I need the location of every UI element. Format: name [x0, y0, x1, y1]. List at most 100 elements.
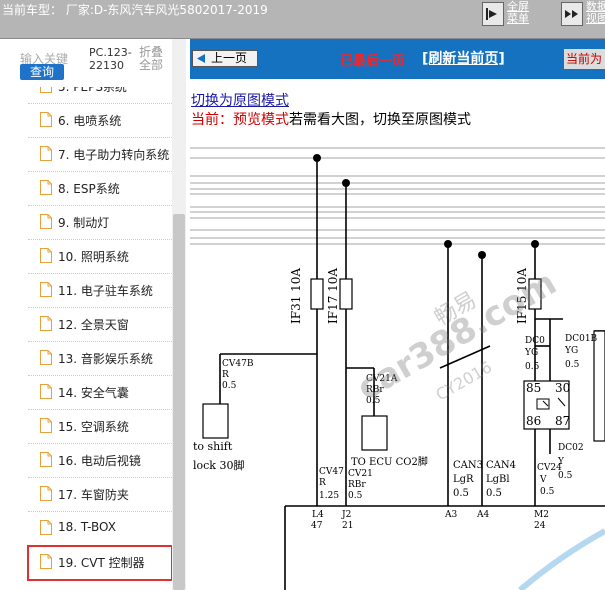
current-status-tag: 当前为 — [564, 49, 605, 69]
svg-text:YG: YG — [524, 348, 538, 358]
fullscreen-menu-button[interactable] — [482, 2, 504, 26]
top-bar: 当前车型： 厂家:D-东风汽车风光5802017-2019 全屏 菜单 数据 视… — [0, 0, 605, 39]
svg-text:DC0: DC0 — [525, 336, 545, 346]
svg-text:0.5: 0.5 — [453, 488, 469, 499]
tree-item[interactable]: 17. 车窗防夹 — [28, 478, 172, 512]
document-icon — [40, 384, 52, 399]
tree-item[interactable]: 8. ESP系统 — [28, 172, 172, 206]
document-icon — [40, 180, 52, 195]
svg-text:to shift: to shift — [193, 440, 233, 453]
tree-item-label: 5. PEPS系统 — [58, 87, 127, 94]
tree-item[interactable]: 12. 全景天窗 — [28, 308, 172, 342]
junction-dots — [313, 154, 539, 259]
tree-item[interactable]: 18. T-BOX — [28, 512, 172, 546]
svg-text:CAN4: CAN4 — [486, 460, 516, 471]
watermark-bottom — [518, 528, 605, 590]
document-icon — [40, 316, 52, 331]
page-nav-bar: 上一页 已最后一页 [刷新当前页] 当前为 — [190, 39, 605, 79]
search-area: 输入关键 查询 PC.123-22130 折叠全部 — [0, 39, 190, 89]
fuse-if31: IF31 10A — [289, 268, 303, 324]
tree-item[interactable]: 6. 电喷系统 — [28, 104, 172, 138]
svg-text:0.5: 0.5 — [348, 491, 363, 501]
current-vehicle-title: 当前车型： 厂家:D-东风汽车风光5802017-2019 — [2, 3, 268, 17]
bus-lines — [190, 147, 605, 245]
tree-item[interactable]: 13. 音影娱乐系统 — [28, 342, 172, 376]
tree-item-label: 13. 音影娱乐系统 — [58, 352, 153, 366]
switch-original-mode-link[interactable]: 切换为原图模式 — [191, 90, 289, 110]
tree-item-label: 7. 电子助力转向系统 — [58, 148, 170, 162]
tree-item-label: 12. 全景天窗 — [58, 318, 129, 332]
tree-item[interactable]: 9. 制动灯 — [28, 206, 172, 240]
svg-text:0.5: 0.5 — [486, 488, 502, 499]
svg-text:CV24: CV24 — [537, 463, 562, 473]
svg-text:DC01B: DC01B — [565, 334, 598, 344]
svg-text:CAN3: CAN3 — [453, 460, 483, 471]
document-icon — [40, 248, 52, 263]
arrow-left-icon — [197, 54, 205, 63]
tree-item[interactable]: 10. 照明系统 — [28, 240, 172, 274]
svg-text:0.5: 0.5 — [540, 487, 555, 497]
prev-page-button[interactable]: 上一页 — [192, 50, 258, 67]
svg-text:A4: A4 — [476, 510, 489, 520]
mode-prefix: 当前：预览模式 — [191, 112, 289, 128]
fullscreen-menu-label[interactable]: 全屏 菜单 — [507, 1, 529, 25]
tree-item[interactable]: 19. CVT 控制器 — [27, 545, 172, 581]
document-icon — [40, 418, 52, 433]
tree-item-label: 9. 制动灯 — [58, 216, 110, 230]
svg-text:TO ECU CO2脚: TO ECU CO2脚 — [351, 455, 428, 468]
tree-item[interactable]: 11. 电子驻车系统 — [28, 274, 172, 308]
svg-text:L4: L4 — [312, 510, 324, 520]
svg-text:CV47B: CV47B — [222, 359, 254, 369]
svg-text:YG: YG — [564, 346, 578, 356]
data-view-button[interactable] — [561, 2, 583, 26]
tree-item-label: 6. 电喷系统 — [58, 114, 122, 128]
prev-page-label: 上一页 — [211, 51, 248, 65]
svg-text:47: 47 — [311, 521, 323, 531]
svg-text:LgBl: LgBl — [486, 474, 510, 485]
document-icon — [40, 452, 52, 467]
svg-text:0.5: 0.5 — [565, 360, 580, 370]
last-page-notice: 已最后一页 — [340, 54, 406, 69]
data-view-label[interactable]: 数据 视图 — [586, 1, 605, 25]
tree-item[interactable]: 16. 电动后视镜 — [28, 444, 172, 478]
sidebar-scrollbar-thumb[interactable] — [173, 214, 185, 590]
svg-text:LgR: LgR — [453, 474, 474, 485]
data-view-icon — [565, 10, 578, 18]
tree-item-label: 8. ESP系统 — [58, 182, 120, 196]
tree-item-label: 15. 空调系统 — [58, 420, 129, 434]
tree-item-label: 19. CVT 控制器 — [58, 556, 145, 570]
svg-text:lock 30脚: lock 30脚 — [193, 458, 244, 472]
document-icon — [40, 146, 52, 161]
svg-text:87: 87 — [555, 414, 570, 428]
svg-text:A3: A3 — [444, 510, 457, 520]
fuse-if17: IF17 10A — [326, 268, 340, 324]
tree-item[interactable]: 5. PEPS系统 — [28, 87, 172, 104]
document-icon — [40, 486, 52, 501]
sidebar: 输入关键 查询 PC.123-22130 折叠全部 5. PEPS系统 6. 电喷… — [0, 39, 190, 590]
collapse-all-link[interactable]: 折叠全部 — [139, 46, 165, 72]
tree-item-label: 16. 电动后视镜 — [58, 454, 141, 468]
document-icon — [40, 520, 52, 535]
document-icon — [40, 282, 52, 297]
document-icon — [40, 350, 52, 365]
svg-text:V: V — [539, 475, 547, 485]
refresh-page-link[interactable]: [刷新当前页] — [422, 48, 505, 68]
tree-item-label: 10. 照明系统 — [58, 250, 129, 264]
wiring-diagram[interactable]: IF31 10A IF17 10A IF15 10A CV47B R 0.5 t… — [190, 136, 605, 590]
svg-text:86: 86 — [526, 414, 541, 428]
system-tree: 5. PEPS系统 6. 电喷系统 7. 电子助力转向系统 8. ESP系统 9. 制动… — [0, 87, 172, 590]
svg-text:1.25: 1.25 — [319, 491, 339, 501]
query-button[interactable]: 查询 — [20, 64, 64, 80]
tree-item[interactable]: 15. 空调系统 — [28, 410, 172, 444]
fullscreen-icon — [486, 8, 497, 20]
tree-item-label: 11. 电子驻车系统 — [58, 284, 153, 298]
document-icon — [40, 112, 52, 127]
main-pane: 上一页 已最后一页 [刷新当前页] 当前为 切换为原图模式 当前：预览模式若需看… — [190, 39, 605, 590]
tree-item[interactable]: 14. 安全气囊 — [28, 376, 172, 410]
tree-item-label: 18. T-BOX — [58, 520, 116, 534]
tree-item[interactable]: 7. 电子助力转向系统 — [28, 138, 172, 172]
document-icon — [40, 554, 52, 569]
svg-text:J2: J2 — [341, 510, 351, 520]
svg-text:CV47: CV47 — [319, 467, 344, 477]
svg-text:R: R — [222, 370, 229, 380]
